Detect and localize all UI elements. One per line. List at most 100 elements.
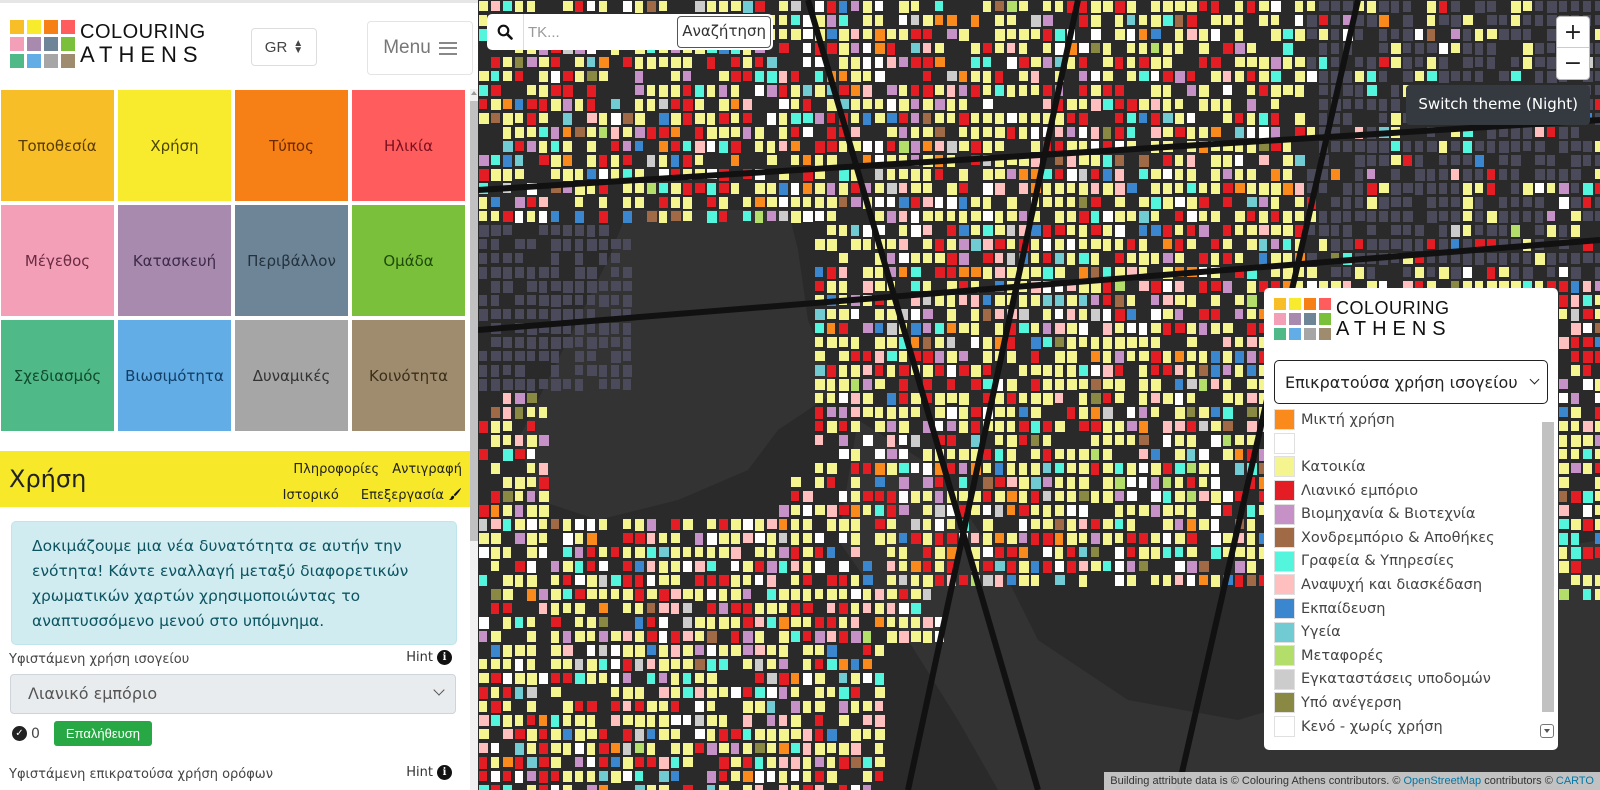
building <box>719 785 729 790</box>
category-tile[interactable]: Τοποθεσία <box>1 90 114 201</box>
building <box>1199 477 1207 487</box>
building <box>1463 15 1473 25</box>
ground-floor-use-hint[interactable]: Hint i <box>406 650 452 665</box>
legend-item: Βιομηχανία & Βιοτεχνία <box>1274 502 1536 526</box>
language-select[interactable]: GR ▲ ▼ <box>251 28 317 66</box>
building <box>539 729 547 739</box>
category-tile[interactable]: Σχεδιασμός <box>1 320 114 431</box>
legend-scrollbar[interactable] <box>1540 412 1554 742</box>
building <box>1067 155 1076 167</box>
scroll-up-icon[interactable] <box>471 91 477 95</box>
category-tile[interactable]: Βιωσιμότητα <box>118 320 231 431</box>
building <box>551 351 559 363</box>
search-button[interactable]: Αναζήτηση <box>677 16 771 48</box>
sidebar: COLOURING ATHENS GR ▲ ▼ Menu Τοποθεσία Χρή… <box>0 0 478 790</box>
building <box>983 113 992 123</box>
building <box>1211 407 1220 417</box>
building <box>1343 113 1352 125</box>
building <box>863 15 872 26</box>
category-tile[interactable]: Περιβάλλον <box>235 205 348 316</box>
building <box>1439 15 1449 25</box>
sidebar-scrollbar[interactable] <box>470 89 478 790</box>
building <box>971 225 980 235</box>
carto-link[interactable]: CARTO <box>1556 775 1594 787</box>
building <box>551 253 559 265</box>
category-tile[interactable]: Κοινότητα <box>352 320 465 431</box>
category-tile[interactable]: Χρήση <box>118 90 231 201</box>
building <box>1127 435 1135 445</box>
building <box>995 85 1004 96</box>
building <box>779 1 788 11</box>
building <box>659 589 669 601</box>
info-link[interactable]: Πληροφορίες <box>293 462 379 477</box>
category-tile[interactable]: Ηλικία <box>352 90 465 201</box>
building <box>803 743 811 755</box>
building <box>1583 463 1592 474</box>
building <box>491 309 501 319</box>
edit-link[interactable]: Επεξεργασία <box>352 487 462 503</box>
postcode-search-input[interactable] <box>523 14 687 50</box>
logo[interactable]: COLOURING ATHENS <box>10 20 206 68</box>
verify-button[interactable]: Επαλήθευση <box>53 721 153 746</box>
building <box>971 57 980 68</box>
upper-floor-use-hint[interactable]: Hint i <box>406 765 452 780</box>
building <box>491 337 501 347</box>
legend-label: Βιομηχανία & Βιοτεχνία <box>1301 506 1476 523</box>
building <box>611 155 619 167</box>
building <box>659 687 669 698</box>
building <box>515 673 525 684</box>
history-link[interactable]: Ιστορικό <box>283 488 339 503</box>
building <box>1091 1 1101 13</box>
building <box>623 295 632 307</box>
building <box>491 631 501 642</box>
building <box>731 631 739 643</box>
building <box>731 757 741 767</box>
building <box>1595 99 1600 110</box>
building <box>851 225 859 236</box>
building <box>875 43 885 54</box>
scrollbar-thumb[interactable] <box>470 101 478 541</box>
osm-link[interactable]: OpenStreetMap <box>1403 775 1481 787</box>
building <box>551 589 561 600</box>
building <box>527 197 536 207</box>
building <box>887 85 897 95</box>
building <box>563 743 571 755</box>
category-tile[interactable]: Ομάδα <box>352 205 465 316</box>
building <box>551 519 559 529</box>
category-tile[interactable]: Κατασκευή <box>118 205 231 316</box>
building <box>743 701 753 713</box>
category-tile[interactable]: Δυναμικές <box>235 320 348 431</box>
building <box>1043 295 1052 306</box>
building <box>1199 253 1208 264</box>
building <box>863 393 873 404</box>
building <box>707 197 716 207</box>
building <box>563 715 571 726</box>
building <box>791 505 800 515</box>
ground-floor-use-select[interactable]: Λιανικό εμπόριο <box>10 674 456 714</box>
copy-link[interactable]: Αντιγραφή <box>392 462 462 477</box>
building <box>791 155 799 165</box>
legend-colour-map-select[interactable]: Επικρατούσα χρήση ισογείου <box>1274 360 1548 404</box>
building <box>1163 309 1173 319</box>
building <box>623 603 631 613</box>
category-tile[interactable]: Τύπος <box>235 90 348 201</box>
map[interactable]: Αναζήτηση + − Switch theme (Night) COLOU… <box>478 0 1600 790</box>
building <box>1571 225 1580 237</box>
building <box>1523 141 1531 151</box>
zoom-in-button[interactable]: + <box>1557 17 1589 48</box>
category-tile[interactable]: Μέγεθος <box>1 205 114 316</box>
building <box>743 589 751 599</box>
building <box>1571 533 1579 545</box>
building <box>599 379 607 389</box>
building <box>1043 85 1052 96</box>
building <box>563 673 572 683</box>
building <box>1487 169 1495 180</box>
building <box>1271 71 1281 82</box>
scroll-down-icon[interactable] <box>1540 724 1554 738</box>
menu-button[interactable]: Menu <box>367 21 473 75</box>
building <box>1079 575 1087 587</box>
switch-theme-button[interactable]: Switch theme (Night) <box>1406 85 1590 125</box>
building <box>851 71 861 82</box>
legend-scrollbar-thumb[interactable] <box>1542 422 1554 712</box>
zoom-out-button[interactable]: − <box>1557 48 1589 79</box>
